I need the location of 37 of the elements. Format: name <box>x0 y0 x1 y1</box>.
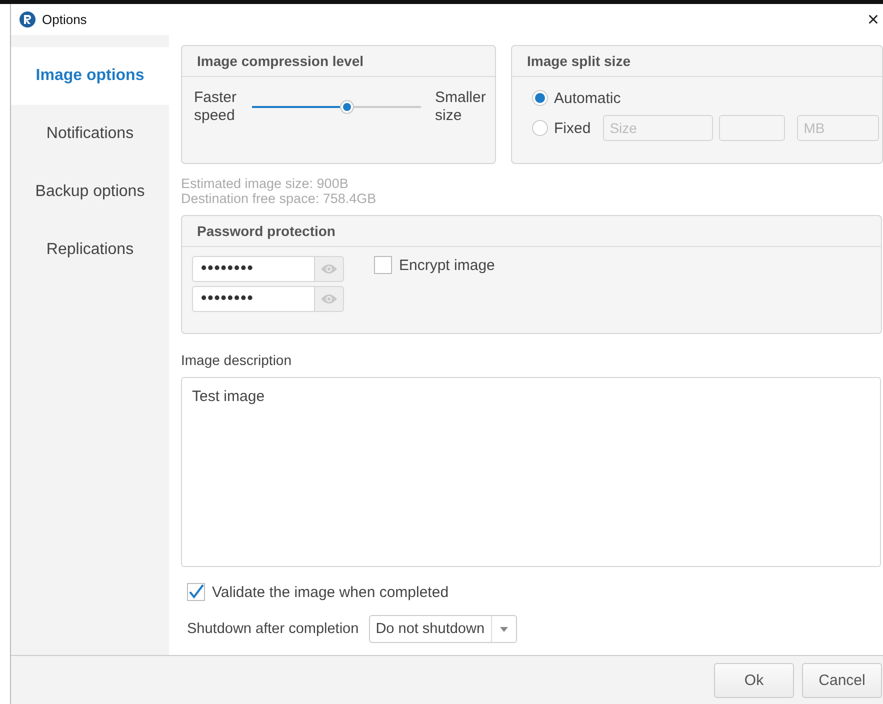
dialog-button[interactable]: Ok <box>714 662 794 698</box>
slider-thumb[interactable] <box>340 100 354 114</box>
app-logo-icon <box>19 11 36 28</box>
password-field[interactable]: •••••••• <box>192 256 314 282</box>
sidebar-item[interactable]: Replications <box>11 221 169 279</box>
window-title: Options <box>42 12 88 27</box>
panel-title: Image compression level <box>182 46 495 77</box>
checkbox[interactable] <box>187 583 205 601</box>
eye-icon <box>320 263 338 275</box>
info-text: Estimated image size: 900B <box>181 176 350 191</box>
field-label: Shutdown after completion <box>187 621 359 637</box>
sidebar-item[interactable]: Notifications <box>11 105 169 163</box>
radio-label: Automatic <box>554 90 621 106</box>
field-label: Image description <box>181 352 293 368</box>
password-field[interactable]: •••••••• <box>192 286 314 312</box>
panel-title: Password protection <box>182 216 881 247</box>
close-button[interactable]: × <box>863 10 883 30</box>
radio-button[interactable] <box>532 90 548 106</box>
shutdown-dropdown[interactable]: Do not shutdown <box>368 615 517 643</box>
eye-icon <box>320 293 338 305</box>
info-text: Destination free space: 758.4GB <box>181 191 378 206</box>
show-password-button[interactable] <box>314 256 344 282</box>
dialog-button[interactable]: Cancel <box>802 662 882 698</box>
radio-button[interactable] <box>532 120 548 136</box>
value-field[interactable] <box>718 115 785 141</box>
checkbox-label: Validate the image when completed <box>212 584 449 600</box>
checkbox-label: Encrypt image <box>399 256 495 274</box>
checkbox[interactable] <box>374 256 392 274</box>
unit-field[interactable]: MB <box>796 115 879 141</box>
radio-label: Fixed <box>554 120 591 136</box>
description-field[interactable]: Test image <box>181 377 881 567</box>
sidebar-item[interactable]: Image options <box>11 47 169 105</box>
sidebar-item[interactable]: Backup options <box>11 163 169 221</box>
show-password-button[interactable] <box>314 286 344 312</box>
panel-title: Image split size <box>512 46 882 77</box>
size-field[interactable]: Size <box>602 115 713 141</box>
slider-label: Faster speed <box>194 89 238 125</box>
